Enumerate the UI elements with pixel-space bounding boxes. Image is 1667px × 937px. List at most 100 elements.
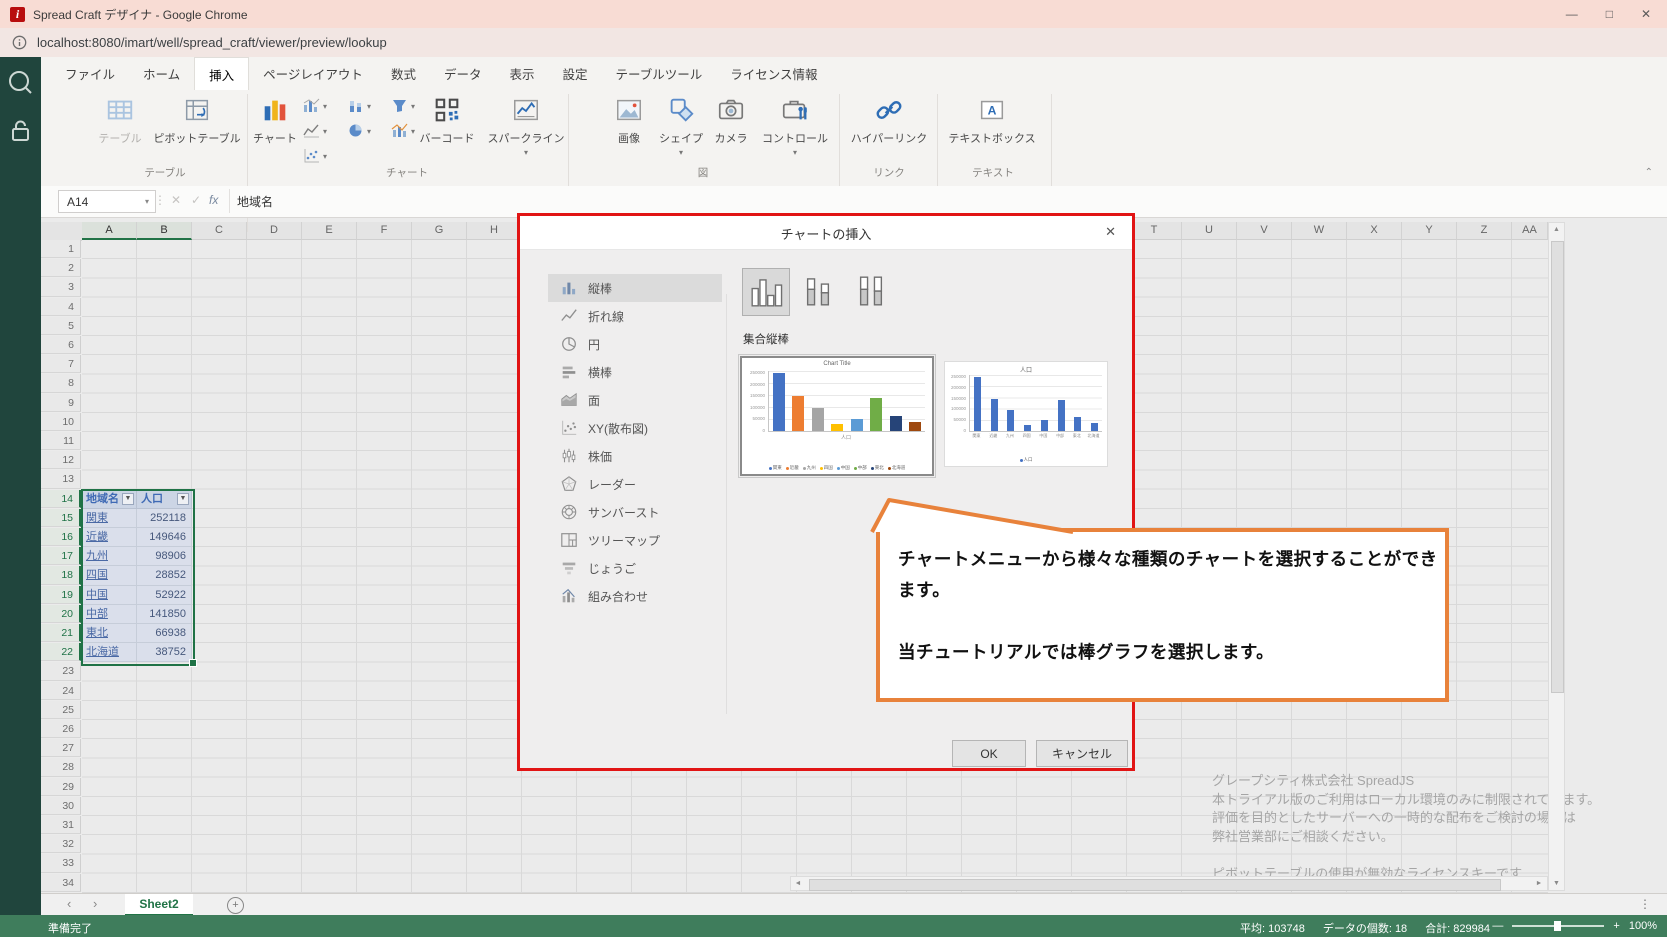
- filter-icon[interactable]: ▼: [122, 493, 134, 505]
- tab-データ[interactable]: データ: [430, 57, 496, 90]
- namebox-caret-icon[interactable]: ▾: [145, 197, 149, 206]
- cancel-entry-icon[interactable]: ✕: [171, 193, 181, 207]
- tab-挿入[interactable]: 挿入: [194, 57, 249, 90]
- chart-type-株価[interactable]: 株価: [548, 442, 722, 470]
- row-header-3[interactable]: 3: [41, 278, 81, 296]
- cell-A18[interactable]: 四国: [82, 566, 137, 585]
- cell-B22[interactable]: 38752: [137, 643, 192, 662]
- row-header-16[interactable]: 16: [41, 528, 81, 546]
- chart-type-折れ線[interactable]: 折れ線: [548, 302, 722, 330]
- cell-A22[interactable]: 北海道: [82, 643, 137, 662]
- scroll-right-icon[interactable]: ►: [1532, 880, 1546, 887]
- tab-テーブルツール[interactable]: テーブルツール: [602, 57, 717, 90]
- mini-line-chart-icon[interactable]: [303, 121, 327, 139]
- select-all-corner[interactable]: [41, 222, 83, 241]
- sheet-tab-sheet2[interactable]: Sheet2: [125, 894, 193, 916]
- row-header-7[interactable]: 7: [41, 355, 81, 373]
- stacked-column-icon[interactable]: [795, 268, 841, 314]
- address-bar[interactable]: localhost:8080/imart/well/spread_craft/v…: [0, 28, 1667, 58]
- zoom-out-icon[interactable]: —: [1492, 920, 1503, 932]
- zoom-level[interactable]: 100%: [1629, 920, 1657, 932]
- tab-設定[interactable]: 設定: [548, 57, 601, 90]
- close-window-button[interactable]: ✕: [1641, 7, 1651, 21]
- ribbon-button-コントロール[interactable]: コントロール: [753, 93, 837, 163]
- column-header-AA[interactable]: AA: [1512, 222, 1548, 240]
- ribbon-button-ハイパーリンク[interactable]: ハイパーリンク: [841, 93, 937, 163]
- row-header-33[interactable]: 33: [41, 854, 81, 872]
- ribbon-button-テキストボックス[interactable]: Aテキストボックス: [939, 93, 1045, 163]
- scroll-left-icon[interactable]: ◄: [791, 880, 805, 887]
- mini-scatter-chart-icon[interactable]: [303, 146, 327, 164]
- cell-B21[interactable]: 66938: [137, 624, 192, 643]
- chart-type-円[interactable]: 円: [548, 330, 722, 358]
- row-header-13[interactable]: 13: [41, 470, 81, 488]
- row-header-26[interactable]: 26: [41, 720, 81, 738]
- mini-combo-chart-icon[interactable]: [391, 121, 415, 139]
- mini-pie-chart-icon[interactable]: [347, 121, 371, 139]
- row-header-9[interactable]: 9: [41, 394, 81, 412]
- chart-type-面[interactable]: 面: [548, 386, 722, 414]
- row-header-21[interactable]: 21: [41, 624, 81, 642]
- tab-ページレイアウト[interactable]: ページレイアウト: [249, 57, 377, 90]
- tab-ライセンス情報[interactable]: ライセンス情報: [716, 57, 831, 90]
- row-header-14[interactable]: 14: [41, 490, 81, 508]
- row-header-27[interactable]: 27: [41, 739, 81, 757]
- vertical-scroll-thumb[interactable]: [1551, 241, 1564, 693]
- row-header-30[interactable]: 30: [41, 797, 81, 815]
- row-header-19[interactable]: 19: [41, 586, 81, 604]
- row-header-28[interactable]: 28: [41, 758, 81, 776]
- chart-type-ツリーマップ[interactable]: ツリーマップ: [548, 526, 722, 554]
- mini-funnel-chart-icon[interactable]: [391, 96, 415, 114]
- column-header-A[interactable]: A: [82, 222, 137, 240]
- cell-A14[interactable]: 地域名▼: [82, 490, 137, 509]
- tab-ホーム[interactable]: ホーム: [129, 57, 194, 90]
- cell-A20[interactable]: 中部: [82, 605, 137, 624]
- ribbon-button-画像[interactable]: 画像: [601, 93, 657, 163]
- chart-preview-population[interactable]: 人口050000100000150000200000250000関東近畿九州四国…: [944, 361, 1108, 467]
- row-header-8[interactable]: 8: [41, 374, 81, 392]
- row-header-31[interactable]: 31: [41, 816, 81, 834]
- cell-A16[interactable]: 近畿: [82, 528, 137, 547]
- zoom-slider[interactable]: [1512, 925, 1604, 927]
- mini-stacked-chart-icon[interactable]: [347, 96, 371, 114]
- cell-B16[interactable]: 149646: [137, 528, 192, 547]
- ribbon-button-テーブル[interactable]: テーブル: [91, 93, 149, 163]
- filter-icon[interactable]: ▼: [177, 493, 189, 505]
- tab-ファイル[interactable]: ファイル: [51, 57, 129, 90]
- collapse-ribbon-icon[interactable]: ⌃: [1645, 167, 1653, 178]
- chart-type-組み合わせ[interactable]: 組み合わせ: [548, 582, 722, 610]
- cell-B17[interactable]: 98906: [137, 547, 192, 566]
- minimize-button[interactable]: —: [1566, 7, 1578, 21]
- cell-A21[interactable]: 東北: [82, 624, 137, 643]
- prev-sheet-icon[interactable]: ‹: [67, 896, 71, 911]
- scroll-down-icon[interactable]: ▼: [1549, 880, 1564, 887]
- scroll-up-icon[interactable]: ▲: [1549, 226, 1564, 233]
- chart-type-サンバースト[interactable]: サンバースト: [548, 498, 722, 526]
- hundred-stacked-column-icon[interactable]: [848, 268, 894, 314]
- zoom-slider-thumb[interactable]: [1554, 921, 1561, 931]
- chart-type-横棒[interactable]: 横棒: [548, 358, 722, 386]
- cell-B19[interactable]: 52922: [137, 586, 192, 605]
- url-text[interactable]: localhost:8080/imart/well/spread_craft/v…: [37, 35, 387, 50]
- cancel-button[interactable]: キャンセル: [1036, 740, 1128, 767]
- column-header-V[interactable]: V: [1237, 222, 1292, 240]
- row-header-32[interactable]: 32: [41, 835, 81, 853]
- clustered-column-icon[interactable]: [742, 268, 790, 316]
- chart-type-XY(散布図)[interactable]: XY(散布図): [548, 414, 722, 442]
- formula-input[interactable]: 地域名: [237, 193, 273, 210]
- mini-column-chart-icon[interactable]: [303, 96, 327, 114]
- chart-type-縦棒[interactable]: 縦棒: [548, 274, 722, 302]
- horizontal-scrollbar[interactable]: ◄ ►: [790, 876, 1548, 891]
- row-header-6[interactable]: 6: [41, 336, 81, 354]
- column-header-W[interactable]: W: [1292, 222, 1347, 240]
- chart-type-レーダー[interactable]: レーダー: [548, 470, 722, 498]
- next-sheet-icon[interactable]: ›: [93, 896, 97, 911]
- chart-preview-clustered[interactable]: Chart Title05000010000015000020000025000…: [740, 356, 934, 476]
- cell-B14[interactable]: 人口▼: [137, 490, 192, 509]
- column-header-D[interactable]: D: [247, 222, 302, 240]
- row-header-5[interactable]: 5: [41, 317, 81, 335]
- name-box[interactable]: A14 ▾: [58, 190, 156, 213]
- row-header-1[interactable]: 1: [41, 240, 81, 258]
- cell-B18[interactable]: 28852: [137, 566, 192, 585]
- confirm-entry-icon[interactable]: ✓: [191, 193, 201, 207]
